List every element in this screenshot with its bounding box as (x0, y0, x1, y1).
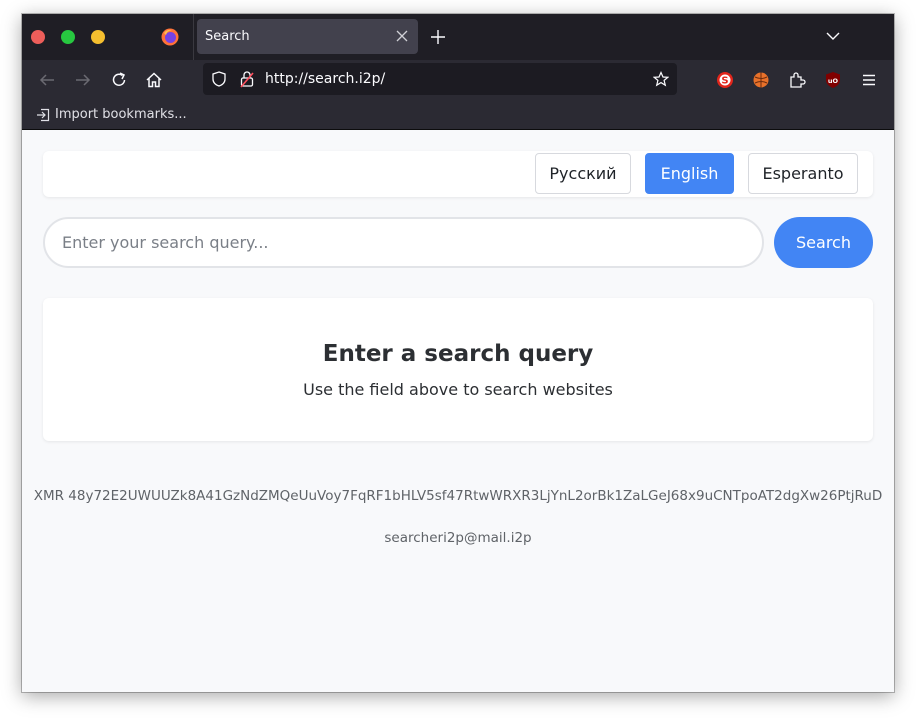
language-selector: Русский English Esperanto (43, 151, 873, 197)
url-text[interactable]: http://search.i2p/ (265, 71, 385, 87)
back-arrow-icon[interactable] (38, 71, 56, 89)
svg-text:uO: uO (828, 77, 839, 85)
window-maximize-button[interactable] (61, 30, 75, 44)
close-tab-icon[interactable] (396, 30, 408, 42)
ublock-origin-icon[interactable]: uO (824, 71, 842, 89)
chevron-down-icon[interactable] (826, 31, 840, 41)
extension-ball-icon[interactable] (752, 71, 770, 89)
import-bookmarks-link[interactable]: Import bookmarks... (55, 107, 187, 122)
import-icon[interactable] (36, 108, 50, 122)
language-button-esperanto[interactable]: Esperanto (748, 153, 858, 194)
navigation-toolbar: http://search.i2p/ S uO (22, 60, 894, 100)
tab-search[interactable]: Search (197, 19, 418, 54)
extensions-puzzle-icon[interactable] (788, 71, 806, 89)
window-close-button[interactable] (31, 30, 45, 44)
new-tab-icon[interactable] (430, 29, 446, 45)
browser-window: Search http://search.i2p/ S uO Import bo… (22, 14, 894, 692)
page-content: Русский English Esperanto Search Enter a… (22, 131, 894, 692)
address-bar[interactable]: http://search.i2p/ (203, 63, 677, 95)
tab-title: Search (205, 29, 250, 44)
tab-separator (193, 14, 194, 60)
bookmarks-toolbar: Import bookmarks... (22, 100, 894, 130)
menu-icon[interactable] (860, 71, 878, 89)
empty-state-title: Enter a search query (322, 341, 594, 367)
svg-text:S: S (721, 76, 728, 87)
window-minimize-button[interactable] (91, 30, 105, 44)
search-button[interactable]: Search (774, 217, 873, 268)
home-icon[interactable] (145, 71, 163, 89)
empty-state-subtitle: Use the field above to search websites (303, 380, 613, 399)
tab-strip: Search (22, 14, 894, 60)
xmr-donation-address: XMR 48y72E2UWUUZk8A41GzNdZMQeUuVoy7FqRF1… (33, 488, 883, 504)
firefox-icon[interactable] (161, 28, 179, 46)
contact-email: searcheri2p@mail.i2p (384, 530, 532, 546)
search-input[interactable] (43, 217, 764, 268)
forward-arrow-icon[interactable] (74, 71, 92, 89)
language-button-english[interactable]: English (645, 153, 734, 194)
results-panel: Enter a search query Use the field above… (43, 298, 873, 441)
reload-icon[interactable] (110, 71, 128, 89)
shield-icon[interactable] (211, 71, 227, 87)
language-button-russian[interactable]: Русский (535, 153, 631, 194)
bookmark-star-icon[interactable] (653, 71, 669, 87)
extension-s-icon[interactable]: S (716, 71, 734, 89)
insecure-lock-icon[interactable] (239, 70, 255, 88)
